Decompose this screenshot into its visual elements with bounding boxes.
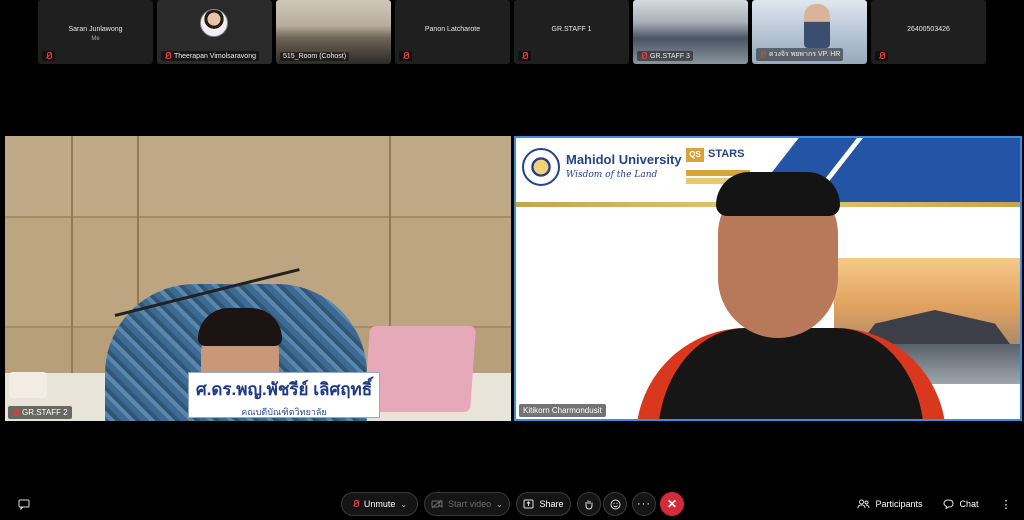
- participant-name: GR.STAFF 2: [22, 408, 68, 417]
- tile-footer: ดวงจิร พยพากร VP. HR: [756, 48, 844, 61]
- mic-muted-icon: [12, 408, 19, 417]
- unmute-button[interactable]: Unmute ⌄: [341, 492, 418, 516]
- meeting-toolbar: Unmute ⌄ Start video ⌄ Share ··· ✕ Parti…: [0, 488, 1024, 520]
- chat-button[interactable]: Chat: [938, 492, 984, 516]
- tile-footer: 515_Room (Cohost): [280, 52, 350, 61]
- chevron-down-icon[interactable]: ⌄: [400, 500, 407, 509]
- mic-muted-icon: [164, 52, 171, 60]
- mic-muted-icon: [640, 52, 647, 60]
- speaker-hair: [198, 308, 282, 346]
- close-icon: ✕: [666, 497, 678, 511]
- reactions-button[interactable]: [603, 492, 627, 516]
- participant-tile[interactable]: GR.STAFF 3: [633, 0, 748, 64]
- participant-name: ดวงจิร พยพากร VP. HR: [769, 51, 841, 58]
- start-video-button[interactable]: Start video ⌄: [424, 492, 510, 516]
- mic-muted-icon: [878, 52, 885, 60]
- share-button[interactable]: Share: [516, 492, 571, 516]
- nameplate-title: คณบดีบัณฑิตวิทยาลัย: [241, 407, 327, 417]
- participants-button[interactable]: Participants: [852, 492, 928, 516]
- participant-sublabel: Me: [91, 36, 100, 42]
- start-video-label: Start video: [448, 499, 492, 509]
- more-options-button[interactable]: ⋮: [994, 492, 1018, 516]
- tile-footer: [518, 51, 531, 61]
- chevron-down-icon[interactable]: ⌄: [496, 500, 503, 509]
- chat-label: Chat: [959, 499, 979, 509]
- smiley-icon: [610, 499, 620, 509]
- participant-tile[interactable]: 515_Room (Cohost): [276, 0, 391, 64]
- mic-muted-icon: [759, 50, 766, 59]
- video-tile-right[interactable]: Mahidol University Wisdom of the Land QS…: [514, 136, 1022, 421]
- participant-name: Saran Junlawong: [68, 26, 123, 33]
- speaker-hair: [716, 172, 840, 216]
- hand-icon: [585, 500, 593, 510]
- avatar: [200, 9, 228, 37]
- tablet: [363, 326, 477, 412]
- participant-name: GR.STAFF 3: [650, 52, 690, 60]
- tile-footer: [875, 51, 888, 61]
- participant-tile[interactable]: ดวงจิร พยพากร VP. HR: [752, 0, 867, 64]
- more-options-button[interactable]: ···: [632, 492, 656, 516]
- more-icon: ···: [637, 498, 651, 510]
- mic-muted-icon: [352, 500, 359, 508]
- slide-subtitle: Wisdom of the Land: [566, 170, 658, 180]
- slide-title: Mahidol University: [566, 152, 682, 167]
- participant-name: 515_Room (Cohost): [283, 53, 347, 60]
- participant-tile[interactable]: Saran Junlawong Me: [38, 0, 153, 64]
- captions-button[interactable]: [12, 492, 36, 516]
- tile-label: Kitikorn Charmondusit: [519, 404, 606, 417]
- participant-tile[interactable]: Panon Latcharote: [395, 0, 510, 64]
- participants-label: Participants: [875, 499, 923, 509]
- tile-footer: Theerapan Vimolsaravong: [161, 51, 259, 61]
- unmute-label: Unmute: [363, 499, 396, 509]
- share-label: Share: [539, 499, 564, 509]
- raise-hand-button[interactable]: [577, 492, 601, 516]
- tile-footer: [42, 51, 55, 61]
- mic-muted-icon: [402, 52, 409, 60]
- participant-name: GR.STAFF 1: [551, 26, 592, 33]
- tile-footer: [399, 51, 412, 61]
- nameplate: ศ.ดร.พญ.พัชรีย์ เลิศฤทธิ์ คณบดีบัณฑิตวิท…: [188, 372, 380, 418]
- participant-tile[interactable]: Theerapan Vimolsaravong: [157, 0, 272, 64]
- participant-name: Kitikorn Charmondusit: [523, 406, 602, 415]
- chat-icon: [943, 499, 954, 509]
- participant-name: Panon Latcharote: [424, 26, 481, 33]
- participant-tile[interactable]: GR.STAFF 1: [514, 0, 629, 64]
- participant-strip: Saran Junlawong Me Theerapan Vimolsaravo…: [38, 0, 986, 64]
- qs-stars-text: STARS: [708, 148, 745, 160]
- tile-label: GR.STAFF 2: [8, 406, 72, 419]
- participant-name: Theerapan Vimolsaravong: [174, 52, 256, 60]
- nameplate-name: ศ.ดร.พญ.พัชรีย์ เลิศฤทธิ์: [195, 380, 373, 399]
- video-tile-left[interactable]: ศ.ดร.พญ.พัชรีย์ เลิศฤทธิ์ คณบดีบัณฑิตวิท…: [5, 136, 511, 421]
- cup: [9, 372, 47, 398]
- qs-logo: QS: [686, 148, 704, 162]
- tile-footer: GR.STAFF 3: [637, 51, 693, 61]
- video-off-icon: [431, 499, 443, 509]
- mic-muted-icon: [45, 52, 52, 60]
- participants-icon: [857, 499, 870, 509]
- leave-meeting-button[interactable]: ✕: [660, 492, 684, 516]
- university-seal-icon: [522, 148, 560, 186]
- captions-icon: [18, 499, 30, 510]
- participant-video: [804, 4, 830, 48]
- mic-muted-icon: [521, 52, 528, 60]
- more-icon: ⋮: [1000, 498, 1012, 511]
- share-icon: [523, 499, 534, 509]
- participant-tile[interactable]: 26400503426: [871, 0, 986, 64]
- participant-name: 26400503426: [907, 26, 950, 33]
